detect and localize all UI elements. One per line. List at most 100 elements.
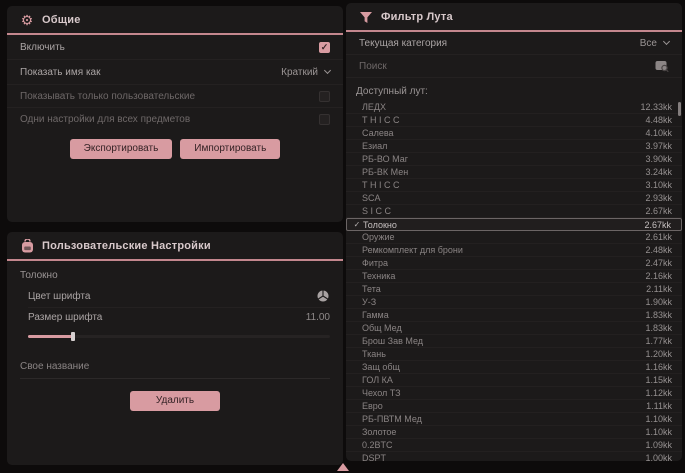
loot-item-value: 4.48kk [645,115,672,125]
loot-item-value: 1.11kk [646,401,672,411]
general-panel-header: ⚙ Общие [7,6,343,35]
color-wheel-icon[interactable] [316,289,330,303]
loot-row[interactable]: Т Н I С С4.48kk [346,114,682,127]
loot-row[interactable]: Оружие2.61kk [346,231,682,244]
search-icon[interactable] [655,59,669,73]
loot-item-name: Т Н I С С [362,180,645,190]
loot-item-name: Евро [362,401,646,411]
loot-item-name: Фитра [362,258,645,268]
enable-label: Включить [20,42,65,53]
available-loot-label: Доступный лут: [346,78,682,101]
loot-item-name: SCA [362,193,645,203]
font-size-row: Размер шрифта 11.00 [28,308,330,327]
loot-item-name: Салева [362,128,645,138]
loot-item-name: РБ-ВК Мен [362,167,645,177]
custom-settings-panel: Пользовательские Настройки Толокно Цвет … [7,232,343,465]
custom-name-input[interactable] [20,358,330,379]
collapse-handle-icon[interactable] [337,463,349,471]
filter-panel-header: Фильтр Лута [346,3,682,32]
gear-icon: ⚙ [20,13,34,27]
loot-row[interactable]: Фитра2.47kk [346,257,682,270]
loot-item-value: 3.90kk [645,154,672,164]
loot-row[interactable]: Техника2.16kk [346,270,682,283]
loot-row[interactable]: ГОЛ КА1.15kk [346,374,682,387]
loot-row[interactable]: Общ Мед1.83kk [346,322,682,335]
import-export-row: Экспортировать Импортировать [7,139,343,159]
loot-row[interactable]: 0.2BTC1.09kk [346,439,682,452]
funnel-icon [359,10,373,24]
scrollbar-thumb[interactable] [678,102,681,116]
name-as-row: Показать имя как Краткий [7,60,343,85]
loot-item-value: 2.48kk [645,245,672,255]
loot-row[interactable]: SCA2.93kk [346,192,682,205]
loot-item-name: Золотое [362,427,645,437]
loot-list: ЛЕДХ12.33kkТ Н I С С4.48kkСалева4.10kkЕз… [346,101,682,461]
loot-row[interactable]: Евро1.11kk [346,400,682,413]
loot-item-value: 2.93kk [645,193,672,203]
custom-panel-header: Пользовательские Настройки [7,232,343,261]
loot-item-name: Чехол ТЗ [362,388,645,398]
name-as-dropdown[interactable]: Краткий [281,67,330,78]
loot-item-name: Брош Зав Мед [362,336,645,346]
import-button[interactable]: Импортировать [180,139,280,159]
slider-thumb[interactable] [71,332,75,341]
loot-row[interactable]: РБ-ПВТМ Мед1.10kk [346,413,682,426]
loot-row[interactable]: РБ-ВК Мен3.24kk [346,166,682,179]
loot-row[interactable]: Брош Зав Мед1.77kk [346,335,682,348]
loot-row[interactable]: Тета2.11kk [346,283,682,296]
loot-row[interactable]: DSPT1.00kk [346,452,682,461]
loot-row[interactable]: Золотое1.10kk [346,426,682,439]
loot-item-value: 2.11kk [646,284,672,294]
slider-fill [28,335,73,338]
search-input[interactable] [359,61,655,72]
same-settings-checkbox[interactable] [319,114,330,125]
font-color-row: Цвет шрифта [28,285,330,308]
loot-item-value: 1.83kk [645,323,672,333]
enable-checkbox[interactable]: ✓ [319,42,330,53]
loot-item-value: 1.83kk [645,310,672,320]
loot-item-name: Т Н I С С [362,115,645,125]
name-as-label: Показать имя как [20,67,100,78]
loot-row[interactable]: У-З1.90kk [346,296,682,309]
loot-row[interactable]: ✓Толокно2.67kk [346,218,682,231]
loot-row[interactable]: Ткань1.20kk [346,348,682,361]
loot-item-name: 0.2BTC [362,440,645,450]
selected-item-label: Толокно [7,261,343,285]
check-icon: ✓ [351,220,363,229]
loot-row[interactable]: Гамма1.83kk [346,309,682,322]
loot-row[interactable]: Салева4.10kk [346,127,682,140]
loot-row[interactable]: Чехол ТЗ1.12kk [346,387,682,400]
loot-item-name: Техника [362,271,645,281]
loot-row[interactable]: Езиал3.97kk [346,140,682,153]
same-settings-row: Одни настройки для всех предметов [7,108,343,131]
general-panel: ⚙ Общие Включить ✓ Показать имя как Крат… [7,6,343,222]
loot-item-value: 1.90kk [645,297,672,307]
loot-row[interactable]: РБ-ВО Маг3.90kk [346,153,682,166]
loot-item-name: Тета [362,284,646,294]
loot-item-name: ГОЛ КА [362,375,645,385]
category-dropdown[interactable]: Все [640,38,669,49]
loot-row[interactable]: S I С С2.67kk [346,205,682,218]
loot-row[interactable]: Защ общ1.16kk [346,361,682,374]
loot-item-value: 1.09kk [645,440,672,450]
loot-item-value: 2.61kk [645,232,672,242]
loot-item-value: 2.47kk [645,258,672,268]
export-button[interactable]: Экспортировать [70,139,173,159]
loot-item-value: 3.97kk [645,141,672,151]
backpack-icon [20,239,34,253]
category-value: Все [640,38,657,49]
loot-item-value: 12.33kk [640,102,672,112]
loot-item-name: ЛЕДХ [362,102,640,112]
loot-item-name: РБ-ВО Маг [362,154,645,164]
font-size-slider[interactable] [28,332,330,342]
font-color-label: Цвет шрифта [28,291,90,302]
general-panel-title: Общие [42,14,81,26]
loot-row[interactable]: Ремкомплект для брони2.48kk [346,244,682,257]
loot-row[interactable]: Т Н I С С3.10kk [346,179,682,192]
delete-row: Удалить [7,391,343,411]
loot-item-value: 2.16kk [645,271,672,281]
loot-row[interactable]: ЛЕДХ12.33kk [346,101,682,114]
delete-button[interactable]: Удалить [130,391,220,411]
only-custom-checkbox[interactable] [319,91,330,102]
only-custom-row: Показывать только пользовательские [7,85,343,108]
